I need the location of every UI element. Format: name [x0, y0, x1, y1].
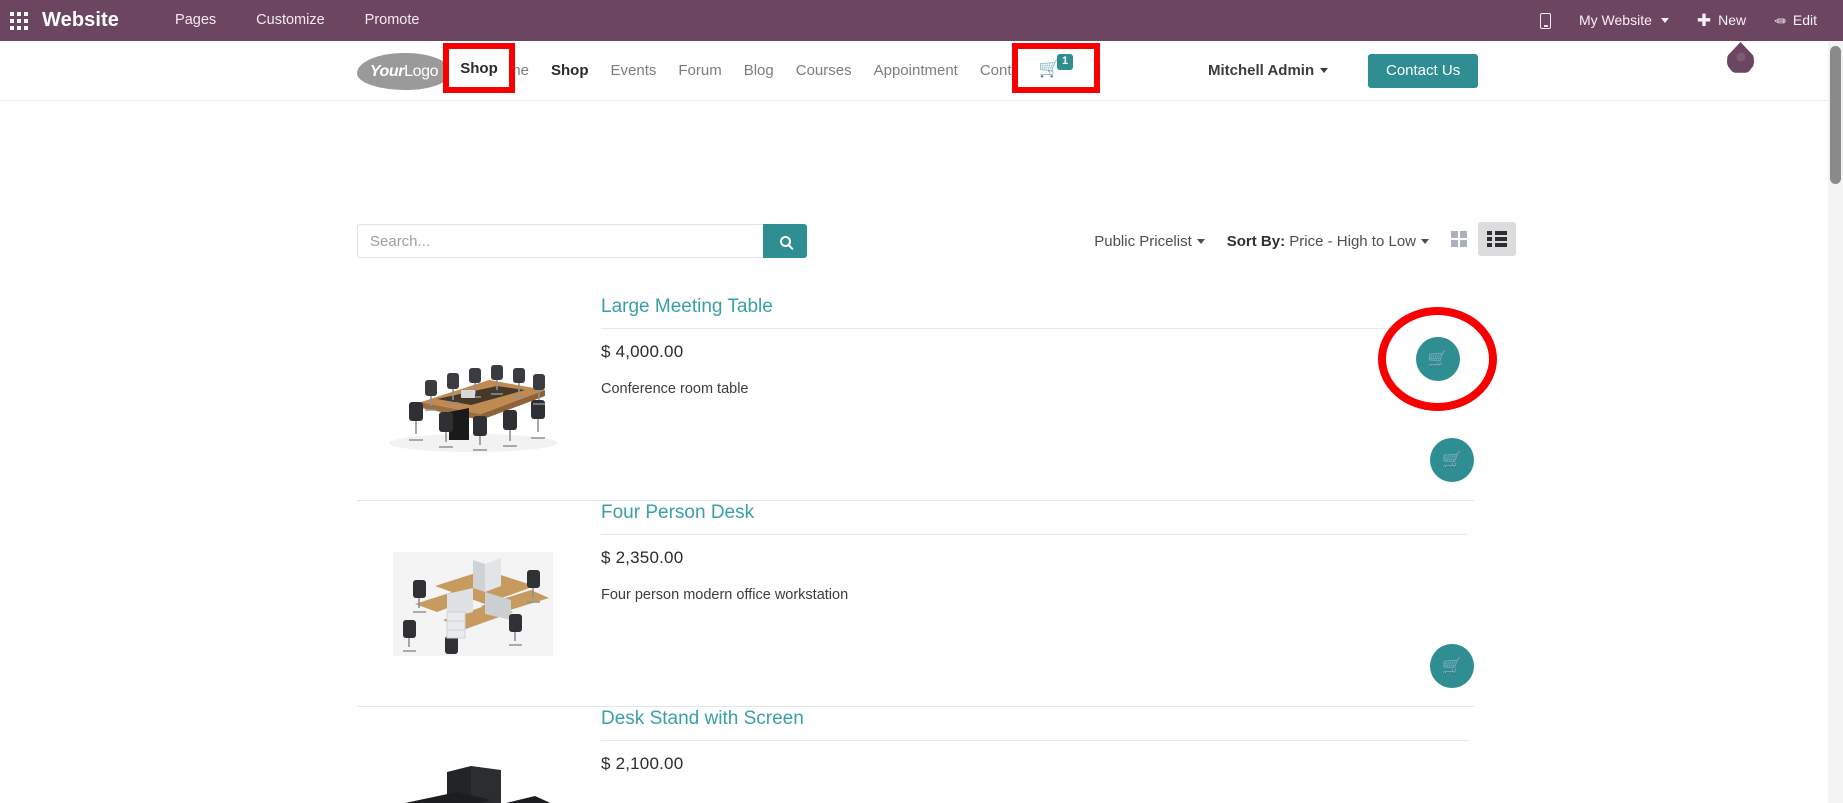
product-info: Four Person Desk $ 2,350.00 Four person … — [589, 501, 1474, 706]
product-search-form — [357, 224, 807, 258]
search-input[interactable] — [357, 224, 763, 258]
conference-table-illustration — [385, 340, 561, 456]
search-submit-button[interactable] — [763, 224, 807, 258]
website-header: YourLogo Home Shop Events Forum Blog Cou… — [0, 41, 1828, 101]
nav-item-appointment[interactable]: Appointment — [863, 41, 969, 101]
site-logo[interactable]: YourLogo — [357, 53, 451, 90]
add-to-cart-button[interactable]: 🛒 — [1430, 644, 1474, 688]
cart-count-badge: 1 — [1048, 57, 1064, 74]
product-list: Large Meeting Table $ 4,000.00 Conferenc… — [357, 295, 1474, 803]
grid-icon — [1451, 231, 1468, 248]
site-nav: Home Shop Events Forum Blog Courses Appo… — [478, 41, 1063, 101]
plus-icon: ✚ — [1697, 12, 1711, 29]
apps-grid-icon[interactable] — [10, 12, 28, 30]
nav-item-forum[interactable]: Forum — [667, 41, 732, 101]
new-button-label: New — [1718, 0, 1746, 41]
edit-button-label: Edit — [1793, 0, 1817, 41]
topbar-menu: Pages Customize Promote — [155, 0, 439, 41]
sort-by-dropdown[interactable]: Sort By: Price - High to Low — [1227, 233, 1429, 250]
topbar-menu-pages[interactable]: Pages — [155, 0, 236, 41]
product-row: Four Person Desk $ 2,350.00 Four person … — [357, 501, 1474, 707]
shopping-cart-icon: 🛒 — [1442, 656, 1462, 676]
chevron-down-icon — [1661, 18, 1669, 23]
shop-filters: Public Pricelist Sort By: Price - High t… — [1094, 224, 1429, 258]
list-view-button[interactable] — [1478, 222, 1516, 256]
contact-us-button[interactable]: Contact Us — [1368, 54, 1478, 88]
nav-item-courses[interactable]: Courses — [785, 41, 863, 101]
chevron-down-icon — [1421, 239, 1429, 244]
product-description: Conference room table — [601, 379, 1468, 399]
product-image-cell[interactable] — [357, 295, 589, 500]
product-price: $ 4,000.00 — [601, 342, 1468, 362]
page-scrollbar-thumb[interactable] — [1830, 46, 1841, 184]
product-title-link[interactable]: Four Person Desk — [601, 501, 1468, 535]
product-price: $ 2,350.00 — [601, 548, 1468, 568]
website-selector[interactable]: My Website — [1565, 0, 1683, 41]
edit-button[interactable]: ✏ Edit — [1760, 0, 1831, 41]
pencil-icon: ✏ — [1774, 14, 1786, 28]
odoo-system-topbar: Website Pages Customize Promote My Websi… — [0, 0, 1843, 41]
sort-by-value: Price - High to Low — [1289, 233, 1416, 250]
conference-table-photo — [385, 340, 561, 456]
product-image-cell[interactable] — [357, 707, 589, 803]
website-selector-label: My Website — [1579, 0, 1652, 41]
product-title-link[interactable]: Large Meeting Table — [601, 295, 1468, 329]
topbar-menu-promote[interactable]: Promote — [345, 0, 440, 41]
list-icon — [1487, 231, 1507, 247]
shopping-cart-icon: 🛒 — [1442, 450, 1462, 470]
product-title-link[interactable]: Desk Stand with Screen — [601, 707, 1468, 741]
product-description: Four person modern office workstation — [601, 585, 1468, 605]
header-cart-button[interactable]: 🛒 1 — [1020, 41, 1074, 101]
product-row: Large Meeting Table $ 4,000.00 Conferenc… — [357, 295, 1474, 501]
user-menu-label: Mitchell Admin — [1208, 62, 1314, 79]
product-price: $ 2,100.00 — [601, 754, 1468, 774]
site-logo-text: YourLogo — [370, 63, 438, 81]
product-info: Desk Stand with Screen $ 2,100.00 — [589, 707, 1474, 803]
grid-view-button[interactable] — [1440, 222, 1478, 256]
chevron-down-icon — [1197, 239, 1205, 244]
app-title[interactable]: Website — [42, 9, 119, 32]
nav-item-blog[interactable]: Blog — [733, 41, 785, 101]
product-image-cell[interactable] — [357, 501, 589, 706]
pricelist-label: Public Pricelist — [1094, 233, 1192, 250]
four-person-desk-illustration — [385, 546, 561, 662]
shop-main-area: Public Pricelist Sort By: Price - High t… — [0, 101, 1828, 803]
new-button[interactable]: ✚ New — [1683, 0, 1760, 41]
sort-by-label: Sort By: — [1227, 233, 1285, 250]
view-mode-toggles — [1440, 222, 1516, 256]
topbar-menu-customize[interactable]: Customize — [236, 0, 345, 41]
chevron-down-icon — [1320, 68, 1328, 73]
nav-item-home[interactable]: Home — [478, 41, 540, 101]
product-info: Large Meeting Table $ 4,000.00 Conferenc… — [589, 295, 1474, 500]
search-icon — [780, 236, 791, 247]
desk-stand-screen-photo — [385, 752, 561, 803]
desk-stand-illustration — [385, 752, 561, 803]
nav-item-shop[interactable]: Shop — [540, 41, 600, 101]
pricelist-dropdown[interactable]: Public Pricelist — [1094, 233, 1205, 250]
mobile-preview-button[interactable] — [1526, 13, 1565, 29]
mobile-icon — [1540, 13, 1551, 29]
topbar-right-actions: My Website ✚ New ✏ Edit — [1526, 0, 1843, 41]
user-menu[interactable]: Mitchell Admin — [1208, 41, 1328, 101]
add-to-cart-button[interactable]: 🛒 — [1430, 438, 1474, 482]
product-row: Desk Stand with Screen $ 2,100.00 🛒 — [357, 707, 1474, 803]
four-person-desk-photo — [385, 546, 561, 662]
nav-item-events[interactable]: Events — [600, 41, 668, 101]
